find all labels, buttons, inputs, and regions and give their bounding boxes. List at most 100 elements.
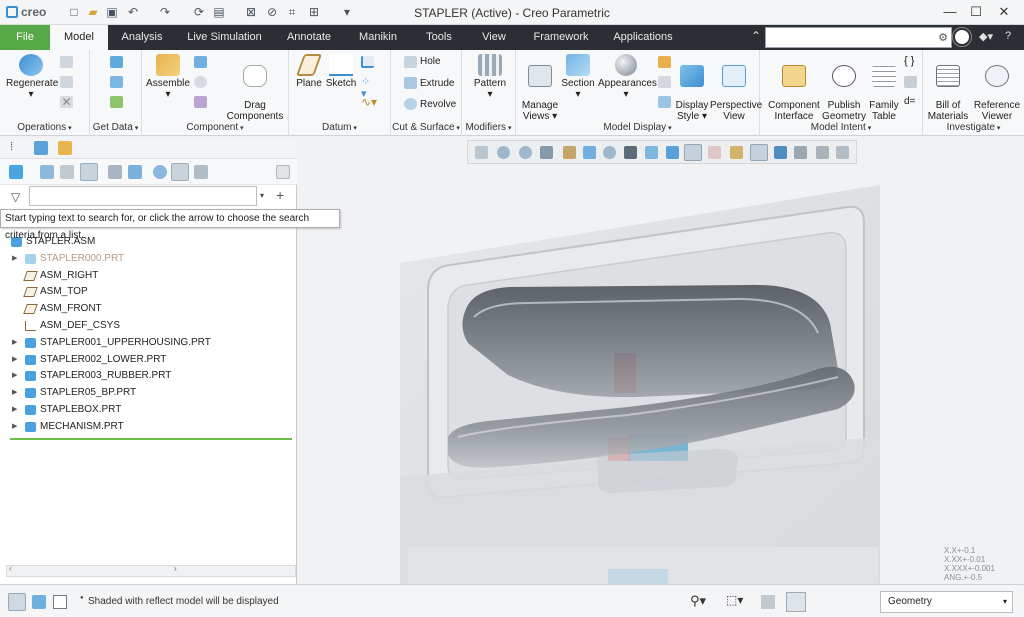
mech-display-icon[interactable] xyxy=(774,146,787,159)
scroll-right-icon[interactable]: › xyxy=(174,564,177,573)
section-toolbar-icon[interactable] xyxy=(645,146,658,159)
expand-arrow-icon[interactable]: ▶ xyxy=(12,368,17,384)
scroll-left-icon[interactable]: ‹ xyxy=(9,564,12,573)
tree-row[interactable]: ▶ STAPLER003_RUBBER.PRT xyxy=(0,368,290,384)
point-icon[interactable]: ⁘▾ xyxy=(361,76,374,100)
add-filter-icon[interactable]: + xyxy=(276,187,284,203)
tab-manikin[interactable]: Manikin xyxy=(350,25,406,50)
bill-of-materials-button[interactable]: Bill of Materials xyxy=(925,54,971,122)
refit-icon[interactable] xyxy=(475,146,488,159)
switch-dimensions-icon[interactable] xyxy=(904,76,917,88)
repeat-icon[interactable] xyxy=(194,76,207,88)
saved-orientations-icon[interactable] xyxy=(583,146,596,159)
extrude-button[interactable]: Extrude xyxy=(420,78,454,89)
group-label-model-display[interactable]: Model Display xyxy=(516,122,759,133)
tab-analysis[interactable]: Analysis xyxy=(113,25,171,50)
merge-icon[interactable] xyxy=(110,96,123,108)
folder-browser-tab-icon[interactable] xyxy=(34,141,48,155)
relations-icon[interactable]: { } xyxy=(904,55,917,67)
csys-display-icon[interactable] xyxy=(750,144,768,161)
expand-arrow-icon[interactable]: ▶ xyxy=(12,352,17,368)
tree-row[interactable]: ASM_TOP xyxy=(0,284,290,300)
tab-model[interactable]: Model xyxy=(50,25,108,50)
repaint-icon[interactable] xyxy=(540,146,553,159)
settings-active-icon[interactable] xyxy=(80,163,98,181)
perspective-view-button[interactable]: Perspective View xyxy=(710,54,762,122)
section-button[interactable]: Section ▾ xyxy=(560,54,596,100)
tab-view[interactable]: View xyxy=(474,25,514,50)
spin-center-icon[interactable] xyxy=(666,146,679,159)
group-label-modifiers[interactable]: Modifiers xyxy=(462,122,515,133)
insert-here-indicator[interactable] xyxy=(10,438,292,440)
mirror-component-icon[interactable] xyxy=(194,96,207,108)
show-browser-icon[interactable] xyxy=(32,595,46,609)
tree-columns-icon[interactable] xyxy=(40,165,54,179)
full-screen-icon[interactable] xyxy=(53,595,67,609)
model-tree-tab-icon[interactable]: ⁞ xyxy=(10,141,24,155)
display-style-button[interactable]: Display Style ▾ xyxy=(674,54,710,122)
annotation-display-icon[interactable] xyxy=(708,146,721,159)
expand-arrow-icon[interactable]: ▶ xyxy=(12,419,17,435)
explode-icon[interactable] xyxy=(658,96,671,108)
plane-button[interactable]: Plane xyxy=(293,54,325,89)
group-label-investigate[interactable]: Investigate xyxy=(923,122,1024,133)
reference-viewer-button[interactable]: Reference Viewer xyxy=(971,54,1023,122)
tree-horizontal-scrollbar[interactable]: ‹ › xyxy=(6,564,296,577)
zoom-out-icon[interactable] xyxy=(519,146,532,159)
tree-row[interactable]: ▶ STAPLER05_BP.PRT xyxy=(0,385,290,401)
axis-icon[interactable] xyxy=(361,56,374,68)
tree-row[interactable]: ▶ MECHANISM.PRT xyxy=(0,419,290,435)
layers-icon[interactable] xyxy=(128,165,142,179)
parameters-icon[interactable]: d= xyxy=(904,96,917,108)
minimize-ribbon-icon[interactable]: ⌃ xyxy=(751,29,761,43)
highlight-icon[interactable] xyxy=(194,165,208,179)
tree-row[interactable]: ▶ STAPLER002_LOWER.PRT xyxy=(0,352,290,368)
tab-framework[interactable]: Framework xyxy=(528,25,594,50)
tree-row[interactable]: ASM_FRONT xyxy=(0,301,290,317)
tab-live-simulation[interactable]: Live Simulation xyxy=(181,25,268,50)
expand-icon[interactable] xyxy=(108,165,122,179)
group-label-model-intent[interactable]: Model Intent xyxy=(760,122,922,133)
perspective-toolbar-icon[interactable] xyxy=(624,146,637,159)
scenes-icon[interactable] xyxy=(658,56,671,68)
stapler-model-view[interactable] xyxy=(298,137,1024,584)
help-menu-icon[interactable]: ◆▾ xyxy=(979,30,993,43)
tab-file[interactable]: File xyxy=(0,25,50,50)
search-settings-icon[interactable]: ⚙ xyxy=(938,31,948,44)
manage-views-button[interactable]: Manage Views ▾ xyxy=(520,54,560,122)
tab-annotate[interactable]: Annotate xyxy=(278,25,340,50)
pause-icon[interactable] xyxy=(816,146,829,159)
datum-display-icon[interactable] xyxy=(684,144,702,161)
model-display-option-icon[interactable] xyxy=(658,76,671,88)
selection-list-icon[interactable] xyxy=(786,592,806,612)
graphics-area[interactable] xyxy=(298,137,1024,584)
display-style-toolbar-icon[interactable] xyxy=(563,146,576,159)
tab-tools[interactable]: Tools xyxy=(418,25,460,50)
component-interface-button[interactable]: Component Interface xyxy=(768,54,820,122)
tree-row[interactable]: ▶ STAPLER001_UPPERHOUSING.PRT xyxy=(0,335,290,351)
drag-components-button[interactable]: Drag Components xyxy=(224,54,286,122)
expand-arrow-icon[interactable]: ▶ xyxy=(12,385,17,401)
curve-icon[interactable]: ∿▾ xyxy=(361,96,377,108)
notes-icon[interactable] xyxy=(276,165,290,179)
assemble-button[interactable]: Assemble ▾ xyxy=(146,54,190,100)
regenerate-button[interactable]: Regenerate ▾ xyxy=(6,54,58,100)
revolve-button[interactable]: Revolve xyxy=(420,99,456,110)
filter-icon[interactable]: ▽ xyxy=(11,190,20,204)
copy-geometry-icon[interactable] xyxy=(110,76,123,88)
tree-row[interactable]: ASM_DEF_CSYS xyxy=(0,318,290,334)
stop-icon[interactable] xyxy=(836,146,849,159)
copy-icon[interactable] xyxy=(60,56,73,68)
preview-icon[interactable] xyxy=(171,163,189,181)
tab-applications[interactable]: Applications xyxy=(608,25,678,50)
show-icon[interactable] xyxy=(9,165,23,179)
expand-arrow-icon[interactable]: ▶ xyxy=(12,335,17,351)
group-label-get-data[interactable]: Get Data xyxy=(90,122,141,133)
expand-arrow-icon[interactable]: ▶ xyxy=(12,402,17,418)
publish-geometry-button[interactable]: Publish Geometry xyxy=(822,54,866,122)
tree-row[interactable]: ASM_RIGHT xyxy=(0,268,290,284)
smart-select-icon[interactable] xyxy=(761,595,775,609)
tree-row[interactable]: ▶ STAPLER000.PRT xyxy=(0,251,290,267)
tree-filters-icon[interactable] xyxy=(60,165,74,179)
group-label-cut-surface[interactable]: Cut & Surface xyxy=(391,122,461,133)
